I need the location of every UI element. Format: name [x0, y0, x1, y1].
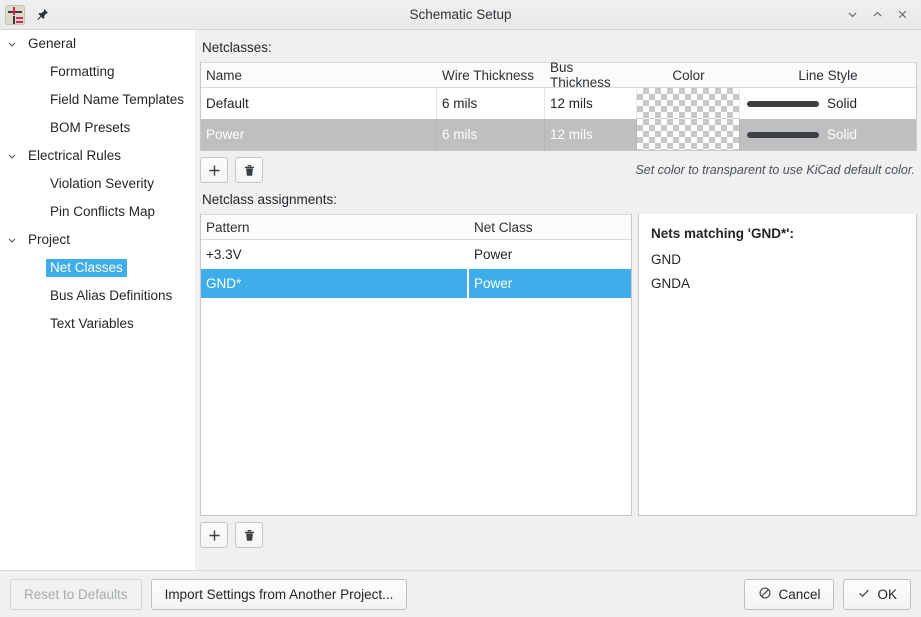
sidebar-item-electrical-rules[interactable]: Electrical Rules: [0, 142, 190, 170]
line-style-label: Solid: [827, 96, 857, 111]
column-header-name[interactable]: Name: [201, 63, 437, 87]
window-controls: [840, 0, 921, 30]
sidebar-item-project[interactable]: Project: [0, 226, 190, 254]
assignments-table[interactable]: Pattern Net Class +3.3V Power GND* Power: [200, 214, 632, 516]
line-style-label: Solid: [827, 127, 857, 142]
delete-netclass-button[interactable]: [235, 157, 263, 183]
list-item: GND: [651, 252, 916, 267]
cell-line-style[interactable]: Solid: [740, 88, 916, 119]
sidebar-item-bom-presets[interactable]: BOM Presets: [0, 114, 190, 142]
chevron-down-icon[interactable]: [0, 38, 24, 50]
column-header-pattern[interactable]: Pattern: [201, 215, 469, 239]
assignments-section-label: Netclass assignments:: [196, 189, 921, 214]
chevron-down-icon[interactable]: [0, 150, 24, 162]
sidebar-item-pin-conflicts-map[interactable]: Pin Conflicts Map: [0, 198, 190, 226]
ok-button[interactable]: OK: [843, 579, 911, 610]
cell-wire-thickness[interactable]: 6 mils: [437, 119, 545, 150]
sidebar-item-formatting[interactable]: Formatting: [0, 58, 190, 86]
sidebar-item-field-name-templates[interactable]: Field Name Templates: [0, 86, 190, 114]
list-item: GNDA: [651, 276, 916, 291]
sidebar-item-label: Net Classes: [46, 259, 127, 277]
import-settings-button[interactable]: Import Settings from Another Project...: [151, 579, 408, 610]
settings-tree[interactable]: General Formatting Field Name Templates …: [0, 30, 190, 570]
column-header-color[interactable]: Color: [637, 63, 740, 87]
minimize-button[interactable]: [840, 2, 865, 27]
assignments-toolbar: [196, 516, 921, 554]
sidebar-item-label: Project: [24, 231, 74, 249]
sidebar-item-label: BOM Presets: [46, 119, 134, 137]
cell-net-class[interactable]: Power: [469, 240, 631, 269]
cancel-icon: [758, 586, 772, 603]
matching-nets-title: Nets matching 'GND*':: [651, 226, 916, 241]
sidebar-item-label: Field Name Templates: [46, 91, 188, 109]
delete-assignment-button[interactable]: [235, 522, 263, 548]
sidebar-item-label: Text Variables: [46, 315, 138, 333]
netclasses-table-header: Name Wire Thickness Bus Thickness Color …: [201, 62, 916, 88]
sidebar-item-label: Bus Alias Definitions: [46, 287, 176, 305]
netclasses-table[interactable]: Name Wire Thickness Bus Thickness Color …: [200, 62, 917, 151]
cell-color-swatch[interactable]: [637, 119, 740, 150]
title-bar: Schematic Setup: [0, 0, 921, 30]
close-button[interactable]: [890, 2, 915, 27]
cell-line-style[interactable]: Solid: [740, 119, 916, 150]
cell-bus-thickness[interactable]: 12 mils: [545, 119, 637, 150]
sidebar-item-label: General: [24, 35, 80, 53]
maximize-button[interactable]: [865, 2, 890, 27]
reset-to-defaults-button[interactable]: Reset to Defaults: [10, 579, 142, 610]
cell-name[interactable]: Power: [201, 119, 437, 150]
dialog-footer: Reset to Defaults Import Settings from A…: [0, 570, 921, 617]
assignments-table-header: Pattern Net Class: [201, 214, 631, 240]
cell-pattern[interactable]: +3.3V: [201, 240, 469, 269]
sidebar-item-label: Pin Conflicts Map: [46, 203, 159, 221]
sidebar-item-text-variables[interactable]: Text Variables: [0, 310, 190, 338]
cancel-button-label: Cancel: [778, 587, 820, 602]
cell-bus-thickness[interactable]: 12 mils: [545, 88, 637, 119]
ok-button-label: OK: [877, 587, 897, 602]
sidebar-item-label: Violation Severity: [46, 175, 158, 193]
netclasses-section-label: Netclasses:: [196, 30, 921, 62]
check-icon: [857, 586, 871, 603]
table-row[interactable]: GND* Power: [201, 269, 631, 298]
column-header-bus-thickness[interactable]: Bus Thickness: [545, 63, 637, 87]
cell-name[interactable]: Default: [201, 88, 437, 119]
assignments-area: Pattern Net Class +3.3V Power GND* Power…: [200, 214, 917, 516]
column-header-net-class[interactable]: Net Class: [469, 215, 631, 239]
add-netclass-button[interactable]: [200, 157, 228, 183]
sidebar-item-bus-alias-definitions[interactable]: Bus Alias Definitions: [0, 282, 190, 310]
sidebar-item-label: Electrical Rules: [24, 147, 125, 165]
add-assignment-button[interactable]: [200, 522, 228, 548]
table-row[interactable]: Default 6 mils 12 mils Solid: [201, 88, 916, 119]
cell-pattern[interactable]: GND*: [201, 269, 469, 298]
cancel-button[interactable]: Cancel: [744, 579, 834, 610]
chevron-down-icon[interactable]: [0, 234, 24, 246]
cell-wire-thickness[interactable]: 6 mils: [437, 88, 545, 119]
table-row[interactable]: Power 6 mils 12 mils Solid: [201, 119, 916, 150]
netclasses-toolbar: Set color to transparent to use KiCad de…: [196, 151, 921, 189]
kicad-eeschema-icon: [5, 5, 25, 25]
color-hint-text: Set color to transparent to use KiCad de…: [635, 163, 915, 177]
window-title: Schematic Setup: [0, 7, 921, 22]
sidebar-item-violation-severity[interactable]: Violation Severity: [0, 170, 190, 198]
table-row[interactable]: +3.3V Power: [201, 240, 631, 269]
sidebar-item-label: Formatting: [46, 63, 119, 81]
solid-line-icon: [747, 101, 819, 107]
cell-net-class[interactable]: Power: [469, 269, 631, 298]
main-panel: Netclasses: Name Wire Thickness Bus Thic…: [196, 30, 921, 570]
sidebar-item-net-classes[interactable]: Net Classes: [0, 254, 190, 282]
transparent-swatch-icon: [637, 119, 739, 150]
cell-color-swatch[interactable]: [637, 88, 740, 119]
solid-line-icon: [747, 132, 819, 138]
column-header-line-style[interactable]: Line Style: [740, 63, 916, 87]
transparent-swatch-icon: [637, 88, 739, 119]
pin-icon[interactable]: [31, 4, 53, 26]
sidebar-item-general[interactable]: General: [0, 30, 190, 58]
column-header-wire-thickness[interactable]: Wire Thickness: [437, 63, 545, 87]
matching-nets-panel: Nets matching 'GND*': GND GNDA: [638, 214, 917, 516]
